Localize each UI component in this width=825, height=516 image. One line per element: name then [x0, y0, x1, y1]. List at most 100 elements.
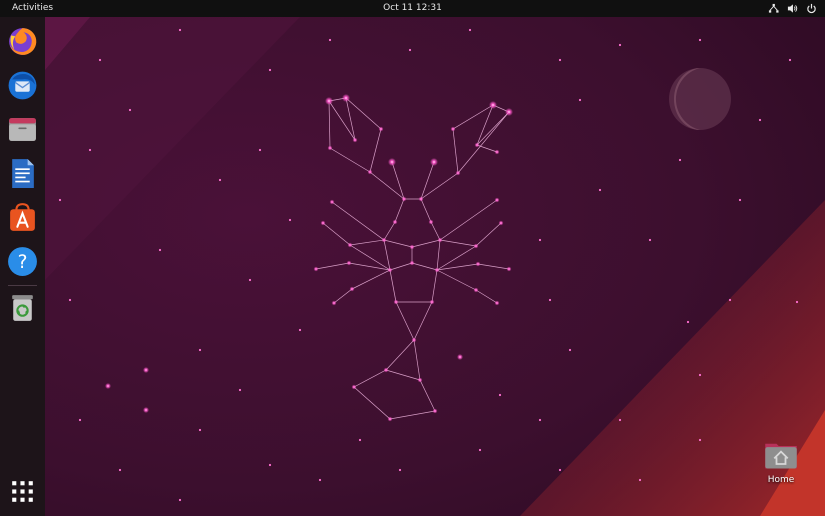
constellation-star	[320, 220, 326, 226]
star	[728, 298, 732, 302]
star	[248, 278, 252, 282]
system-tray[interactable]	[768, 0, 817, 17]
constellation-star	[352, 137, 358, 143]
star	[398, 468, 402, 472]
constellation-star	[388, 158, 396, 166]
constellation-star	[505, 108, 513, 116]
constellation-star	[494, 300, 500, 306]
activities-button[interactable]: Activities	[6, 0, 59, 17]
star	[143, 407, 149, 413]
star	[198, 428, 202, 432]
star	[158, 248, 162, 252]
star	[358, 438, 362, 442]
star	[128, 108, 132, 112]
constellation-star	[411, 337, 417, 343]
dock-item-thunderbird[interactable]	[6, 69, 39, 102]
star	[143, 367, 149, 373]
star	[178, 28, 182, 32]
star	[618, 43, 622, 47]
star	[538, 238, 542, 242]
star	[105, 383, 111, 389]
constellation-star	[473, 287, 479, 293]
constellation-star	[342, 94, 350, 102]
star	[558, 468, 562, 472]
star	[298, 328, 302, 332]
star	[618, 418, 622, 422]
constellation-star	[455, 170, 461, 176]
constellation-star	[329, 199, 335, 205]
dock-item-help[interactable]: ?	[6, 245, 39, 278]
star	[457, 354, 463, 360]
star	[268, 463, 272, 467]
dock-separator	[8, 285, 37, 286]
constellation-star	[473, 243, 479, 249]
star	[795, 300, 799, 304]
home-label: Home	[767, 475, 795, 485]
dock-item-ubuntu-software[interactable]	[6, 201, 39, 234]
constellation-star	[401, 196, 407, 202]
software-icon	[10, 203, 35, 231]
svg-text:?: ?	[18, 252, 28, 273]
constellation-star	[367, 169, 373, 175]
dock-item-trash[interactable]	[6, 291, 39, 324]
constellation-star	[474, 142, 480, 148]
star	[598, 188, 602, 192]
trash-icon	[12, 295, 33, 321]
constellation-star	[393, 299, 399, 305]
thunderbird-icon	[8, 71, 37, 100]
constellation-star	[417, 377, 423, 383]
constellation-star	[347, 242, 353, 248]
volume-icon[interactable]	[787, 3, 798, 14]
constellation-star	[434, 267, 440, 273]
constellation-star	[409, 244, 415, 250]
dock-item-firefox[interactable]	[6, 25, 39, 58]
star	[328, 38, 332, 42]
constellation-star	[475, 261, 481, 267]
constellation-star	[387, 267, 393, 273]
constellation-star	[506, 266, 512, 272]
star	[788, 58, 792, 62]
app-grid-icon	[12, 481, 33, 502]
star	[478, 448, 482, 452]
star	[88, 148, 92, 152]
constellation-star	[387, 416, 393, 422]
star	[238, 388, 242, 392]
star	[98, 58, 102, 62]
desktop-home-folder[interactable]: Home	[760, 437, 802, 495]
star	[638, 478, 642, 482]
network-icon[interactable]	[768, 3, 779, 14]
star	[686, 320, 690, 324]
desktop-wallpaper	[0, 17, 825, 516]
constellation-star	[432, 408, 438, 414]
dock-item-libreoffice-writer[interactable]	[6, 157, 39, 190]
show-applications-button[interactable]	[6, 475, 39, 508]
star	[68, 298, 72, 302]
constellation-star	[325, 97, 333, 105]
dock-item-files[interactable]	[6, 113, 39, 146]
constellation-star	[494, 197, 500, 203]
star	[498, 393, 502, 397]
help-icon: ?	[8, 247, 37, 276]
constellation-star	[392, 219, 398, 225]
star	[218, 178, 222, 182]
star	[648, 238, 652, 242]
constellation-star	[381, 237, 387, 243]
constellation-star	[489, 101, 497, 109]
star	[558, 58, 562, 62]
star	[258, 148, 262, 152]
constellation-star	[494, 149, 500, 155]
power-icon[interactable]	[806, 3, 817, 14]
constellation-star	[450, 126, 456, 132]
constellation-star	[351, 384, 357, 390]
star	[78, 418, 82, 422]
clock-date-time[interactable]: Oct 11 12:31	[383, 3, 442, 13]
constellation-star	[418, 196, 424, 202]
star	[538, 418, 542, 422]
constellation-star	[378, 126, 384, 132]
constellation-star	[429, 299, 435, 305]
star	[758, 118, 762, 122]
star	[58, 198, 62, 202]
writer-icon	[12, 159, 34, 188]
files-icon	[9, 118, 36, 141]
star	[698, 38, 702, 42]
